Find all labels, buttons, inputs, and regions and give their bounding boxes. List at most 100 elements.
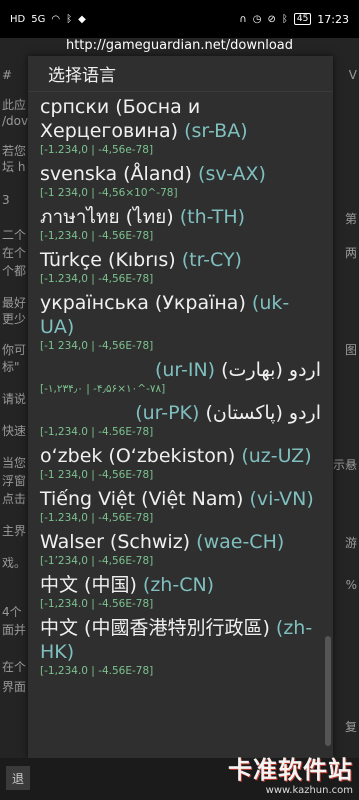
dialog-title: 选择语言: [28, 56, 333, 92]
background-text-fragment: 图: [344, 343, 357, 357]
language-name-line: 中文 (中国) (zh-CN): [40, 573, 321, 597]
language-name-line: ภาษาไทย (ไทย) (th-TH): [40, 205, 321, 229]
language-name-line: українська (Україна) (uk-UA): [40, 291, 321, 339]
language-code: (ur-IN): [154, 359, 216, 381]
url-text: http://gameguardian.net/download: [65, 38, 294, 53]
number-format-sample: [-1.234,0 | -4,56E-78]: [40, 273, 154, 285]
language-name: српски (Босна и Херцеговина): [40, 96, 201, 142]
background-text-fragment: 浮窗: [2, 474, 27, 488]
background-text-fragment: 在个: [2, 660, 27, 674]
language-code: (vi-VN): [249, 488, 314, 510]
background-text-fragment: 两: [344, 246, 357, 260]
number-format-sample: [-1,234.0 | -4.56E-78]: [40, 426, 154, 438]
background-text-fragment: #: [2, 68, 13, 82]
alarm-icon: ◷: [252, 13, 262, 25]
language-name-line: 中文 (中國香港特別行政區) (zh-HK): [40, 616, 321, 664]
language-name: Walser (Schwiz): [40, 531, 191, 553]
shield-app-icon: ◆: [78, 13, 86, 25]
number-format-sample: [-1 234,0 | -4,56E-78]: [40, 469, 154, 481]
background-text-fragment: 若您: [2, 144, 27, 158]
battery-icon: 45: [293, 13, 312, 25]
language-item[interactable]: Tiếng Việt (Việt Nam) (vi-VN) [-1.234,0 |…: [28, 484, 333, 527]
language-name: 中文 (中国): [40, 574, 137, 596]
background-text-fragment: 复: [344, 720, 357, 734]
number-format-sample: [-1.234,0 | -4,56E-78]: [40, 512, 154, 524]
background-text-fragment: 个都: [2, 264, 27, 278]
language-name-line: svenska (Åland) (sv-AX): [40, 162, 321, 186]
language-code: (sr-BA): [184, 120, 248, 142]
number-format-sample: [-۱,۲۳۴٫۰ | -۴٫۵۶×۱۰^-۷۸]: [40, 383, 166, 395]
background-text-fragment: 游: [344, 536, 357, 550]
background-text-fragment: 更少: [2, 312, 27, 326]
language-item[interactable]: 中文 (中国) (zh-CN) [-1,234.0 | -4.56E-78]: [28, 570, 333, 613]
background-text-fragment: %: [345, 578, 357, 592]
background-text-fragment: 3: [2, 193, 10, 207]
language-item[interactable]: (ur-PK) اردو (پاکستان) [-1,234.0 | -4.56E…: [28, 398, 333, 441]
number-format-sample: [-1,234.0 | -4.56E-78]: [40, 598, 154, 610]
language-code: (wae-CH): [196, 531, 285, 553]
background-text-fragment: 4个: [2, 605, 22, 619]
language-code: (sv-AX): [198, 163, 266, 185]
background-text-fragment: 点击: [2, 492, 27, 506]
background-text-fragment: V: [348, 68, 357, 82]
number-format-sample: [-1 234,0 | -4,56×10^-78]: [40, 187, 178, 199]
language-name: українська (Україна): [40, 292, 246, 314]
bluetooth-icon: ᛒ: [66, 13, 73, 25]
number-format-sample: [-1 234,0 | -4,56E-78]: [40, 340, 154, 352]
language-list[interactable]: српски (Босна и Херцеговина) (sr-BA) [-1.…: [28, 92, 333, 758]
number-format-sample: [-1,234.0 | -4.56E-78]: [40, 665, 154, 677]
exit-button[interactable]: 退: [6, 766, 30, 790]
language-code: (zh-CN): [142, 574, 215, 596]
background-text-fragment: 标": [2, 360, 20, 374]
background-text-fragment: 请说: [2, 392, 27, 406]
watermark-url: www.kazhun.com: [265, 785, 353, 796]
language-name-line: Türkçe (Kıbrıs) (tr-CY): [40, 248, 321, 272]
language-name-line: Walser (Schwiz) (wae-CH): [40, 530, 321, 554]
language-name: 中文 (中國香港特別行政區): [40, 617, 270, 639]
language-item[interactable]: українська (Україна) (uk-UA) [-1 234,0 | …: [28, 288, 333, 355]
language-item[interactable]: 中文 (中國香港特別行政區) (zh-HK) [-1,234.0 | -4.56E…: [28, 613, 333, 680]
language-name: svenska (Åland): [40, 163, 192, 185]
language-name-line: o‘zbek (O‘zbekiston) (uz-UZ): [40, 444, 321, 468]
language-item[interactable]: Walser (Schwiz) (wae-CH) [-1’234,0 | -4,5…: [28, 527, 333, 570]
language-code: (tr-CY): [181, 249, 242, 271]
number-format-sample: [-1’234,0 | -4,56E-78]: [40, 555, 154, 567]
language-name-line: Tiếng Việt (Việt Nam) (vi-VN): [40, 487, 321, 511]
number-format-sample: [-1.234,0 | -4,56e-78]: [40, 144, 154, 156]
background-text-fragment: 戏。: [2, 556, 27, 570]
wifi-icon: ◠: [51, 13, 61, 25]
background-right-text: V 第两图示悬游% 复: [331, 38, 359, 800]
language-item[interactable]: o‘zbek (O‘zbekiston) (uz-UZ) [-1 234,0 | …: [28, 441, 333, 484]
background-text-fragment: 快速: [2, 424, 27, 438]
background-text-fragment: 第: [344, 212, 357, 226]
background-text-fragment: 你可: [2, 343, 27, 357]
mute-icon: ⊘: [267, 13, 276, 25]
scrollbar[interactable]: [325, 636, 331, 746]
watermark-logo: 卡准软件站 www.kazhun.com: [193, 750, 353, 796]
language-item[interactable]: (ur-IN) اردو (بھارت) [-۱,۲۳۴٫۰ | -۴٫۵۶×۱۰…: [28, 355, 333, 398]
bluetooth-icon: ᛒ: [281, 13, 288, 25]
headphones-icon: ∩: [239, 13, 247, 25]
language-name-line: (ur-IN) اردو (بھارت): [40, 358, 321, 382]
hd-icon: HD: [10, 13, 26, 25]
language-code: (ur-PK): [135, 402, 200, 424]
language-item[interactable]: српски (Босна и Херцеговина) (sr-BA) [-1.…: [28, 92, 333, 159]
background-text-fragment: 面并: [2, 623, 27, 637]
background-text-fragment: 二个: [2, 228, 27, 242]
background-text-fragment: 界面: [2, 680, 27, 694]
language-name-line: (ur-PK) اردو (پاکستان): [40, 401, 321, 425]
background-text-fragment: 主界: [2, 524, 27, 538]
watermark-title: 卡准软件站: [228, 756, 353, 784]
background-text-fragment: 在个: [2, 246, 27, 260]
background-left-text: # 此应/dov 若您坛 h 3 二个 在个 个都 最好 更少 你可 标" 请说 快速 当您 浮窗 点击 主界戏…: [0, 38, 28, 800]
language-item[interactable]: ภาษาไทย (ไทย) (th-TH) [-1,234.0 | -4.56E-…: [28, 202, 333, 245]
language-name: اردو (بھارت): [221, 359, 321, 381]
language-name: اردو (پاکستان): [205, 402, 321, 424]
language-name: Tiếng Việt (Việt Nam): [40, 488, 244, 510]
number-format-sample: [-1,234.0 | -4.56E-78]: [40, 230, 154, 242]
language-item[interactable]: svenska (Åland) (sv-AX) [-1 234,0 | -4,56…: [28, 159, 333, 202]
language-item[interactable]: Türkçe (Kıbrıs) (tr-CY) [-1.234,0 | -4,56…: [28, 245, 333, 288]
clock: 17:23: [317, 12, 349, 26]
language-name-line: српски (Босна и Херцеговина) (sr-BA): [40, 95, 321, 143]
background-text-fragment: 最好: [2, 296, 27, 310]
